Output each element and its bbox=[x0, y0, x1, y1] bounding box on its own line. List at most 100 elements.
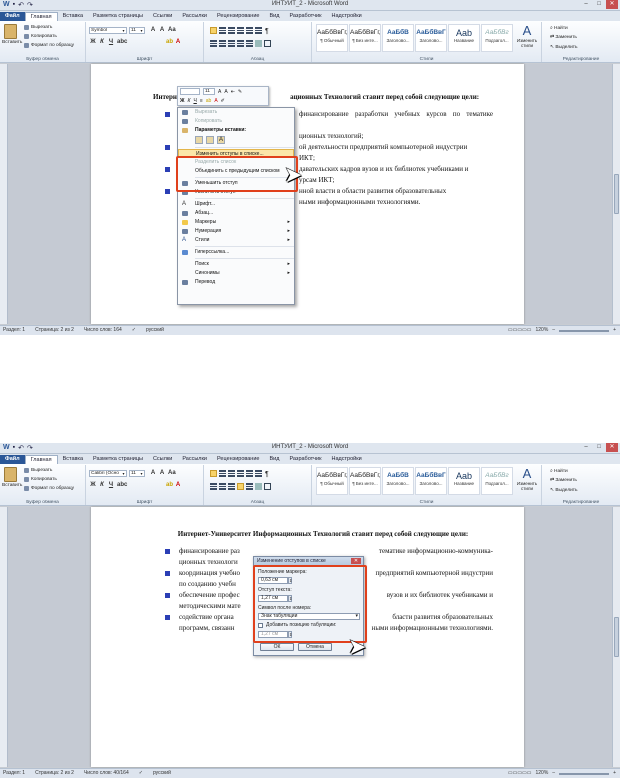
font-size-combo[interactable]: 11 ▾ bbox=[129, 27, 145, 34]
status-page[interactable]: Страница: 2 из 2 bbox=[35, 769, 74, 778]
align-center-button[interactable] bbox=[219, 483, 226, 490]
tab-addins[interactable]: Надстройки bbox=[327, 455, 367, 464]
view-buttons[interactable]: ▭▭▭▭▭ bbox=[508, 326, 532, 335]
tab-developer[interactable]: Разработчик bbox=[284, 12, 326, 21]
borders-button[interactable] bbox=[264, 483, 271, 490]
line-spacing-button[interactable] bbox=[246, 40, 253, 47]
align-left-button[interactable] bbox=[210, 483, 217, 490]
bullets-button[interactable] bbox=[210, 470, 217, 477]
underline-button[interactable]: Ч bbox=[108, 482, 114, 488]
underline-button[interactable]: Ч bbox=[108, 39, 114, 45]
maximize-button[interactable]: □ bbox=[593, 0, 605, 9]
cut-button[interactable]: Вырезать bbox=[24, 468, 52, 473]
font-color-button[interactable]: A bbox=[175, 39, 181, 45]
paste-text-only-icon[interactable]: A bbox=[217, 136, 225, 144]
font-name-combo[interactable]: Symbol ▾ bbox=[89, 27, 127, 34]
decrease-indent-button[interactable] bbox=[237, 27, 244, 34]
mini-bold-button[interactable]: Ж bbox=[180, 98, 185, 104]
bold-button[interactable]: Ж bbox=[90, 482, 96, 488]
font-color-button[interactable]: A bbox=[175, 482, 181, 488]
pilcrow-button[interactable]: ¶ bbox=[264, 470, 271, 478]
cancel-button[interactable]: Отмена bbox=[298, 643, 332, 651]
style-subtitle[interactable]: АаБбВг Подзагол... bbox=[481, 467, 513, 495]
minimize-button[interactable]: – bbox=[580, 0, 592, 9]
menu-lookup[interactable]: Поиск ▸ bbox=[178, 260, 294, 269]
strikethrough-button[interactable]: abc bbox=[117, 39, 127, 45]
bold-button[interactable]: Ж bbox=[90, 39, 96, 45]
mini-font-color-button[interactable]: A bbox=[214, 98, 217, 104]
font-name-combo[interactable]: Calibri (Осно ▾ bbox=[89, 470, 127, 477]
mini-brush-icon[interactable]: ✎ bbox=[238, 89, 242, 95]
tab-addins[interactable]: Надстройки bbox=[327, 12, 367, 21]
change-case-button[interactable]: Aa bbox=[168, 27, 176, 33]
numbering-button[interactable] bbox=[219, 27, 226, 34]
mini-font-combo[interactable] bbox=[180, 88, 200, 95]
zoom-out-button[interactable]: – bbox=[552, 326, 555, 335]
style-heading-2[interactable]: АаБбВвГ Заголово... bbox=[415, 24, 447, 52]
zoom-level[interactable]: 120% bbox=[536, 769, 549, 778]
format-painter-button[interactable]: Формат по образцу bbox=[24, 486, 74, 491]
tab-developer[interactable]: Разработчик bbox=[284, 455, 326, 464]
shrink-font-button[interactable]: A bbox=[159, 27, 165, 33]
align-center-button[interactable] bbox=[219, 40, 226, 47]
tab-review[interactable]: Рецензирование bbox=[212, 12, 264, 21]
style-normal[interactable]: АаБбВвГг, ¶ Обычный bbox=[316, 24, 348, 52]
replace-button[interactable]: ⇄ Заменить bbox=[550, 35, 577, 40]
font-size-combo[interactable]: 11 ▾ bbox=[129, 470, 145, 477]
strikethrough-button[interactable]: abc bbox=[117, 482, 127, 488]
mini-size-combo[interactable]: 11 bbox=[203, 88, 215, 95]
vertical-scrollbar[interactable] bbox=[612, 507, 620, 767]
numbering-button[interactable] bbox=[219, 470, 226, 477]
menu-numbering[interactable]: Нумерация ▸ bbox=[178, 227, 294, 236]
zoom-out-button[interactable]: – bbox=[552, 769, 555, 778]
multilevel-list-button[interactable] bbox=[228, 470, 235, 477]
tab-references[interactable]: Ссылки bbox=[148, 12, 177, 21]
dialog-close-button[interactable]: ✕ bbox=[351, 558, 361, 564]
mini-shrink-font-button[interactable]: A bbox=[224, 89, 227, 95]
highlight-button[interactable]: ab bbox=[166, 39, 173, 45]
shrink-font-button[interactable]: A bbox=[159, 470, 165, 476]
mini-indent-button[interactable]: ⇤ bbox=[231, 89, 235, 95]
tab-mailings[interactable]: Рассылки bbox=[177, 455, 212, 464]
increase-indent-button[interactable] bbox=[246, 470, 253, 477]
paste-keep-format-icon[interactable] bbox=[195, 136, 203, 144]
tab-file[interactable]: Файл bbox=[0, 455, 25, 464]
tab-references[interactable]: Ссылки bbox=[148, 455, 177, 464]
style-no-spacing[interactable]: АаБбВвГг, ¶ Без инте... bbox=[349, 467, 381, 495]
vertical-scrollbar[interactable] bbox=[612, 64, 620, 324]
justify-button[interactable] bbox=[237, 483, 244, 490]
proofing-icon[interactable]: ✓ bbox=[132, 326, 136, 335]
status-words[interactable]: Число слов: 40/164 bbox=[84, 769, 129, 778]
mini-format-painter-button[interactable]: ✐ bbox=[221, 98, 225, 104]
menu-paragraph[interactable]: Абзац... bbox=[178, 209, 294, 218]
status-language[interactable]: русский bbox=[153, 769, 171, 778]
tab-insert[interactable]: Вставка bbox=[58, 12, 88, 21]
line-spacing-button[interactable] bbox=[246, 483, 253, 490]
justify-button[interactable] bbox=[237, 40, 244, 47]
zoom-level[interactable]: 120% bbox=[536, 326, 549, 335]
align-right-button[interactable] bbox=[228, 40, 235, 47]
tab-view[interactable]: Вид bbox=[264, 455, 284, 464]
mini-underline-button[interactable]: Ч bbox=[193, 98, 196, 104]
style-no-spacing[interactable]: АаБбВвГг, ¶ Без инте... bbox=[349, 24, 381, 52]
style-normal[interactable]: АаБбВвГг, ¶ Обычный bbox=[316, 467, 348, 495]
borders-button[interactable] bbox=[264, 40, 271, 47]
mini-center-button[interactable]: ≡ bbox=[200, 98, 203, 104]
tab-page-layout[interactable]: Разметка страницы bbox=[88, 12, 148, 21]
paste-button[interactable]: Вставить bbox=[2, 24, 22, 45]
tab-view[interactable]: Вид bbox=[264, 12, 284, 21]
scroll-thumb[interactable] bbox=[614, 617, 619, 657]
style-heading-2[interactable]: АаБбВвГ Заголово... bbox=[415, 467, 447, 495]
find-button[interactable]: ⌕ Найти bbox=[550, 468, 568, 474]
status-section[interactable]: Раздел: 1 bbox=[3, 769, 25, 778]
select-button[interactable]: ↖ Выделить bbox=[550, 488, 578, 493]
menu-synonyms[interactable]: Синонимы ▸ bbox=[178, 269, 294, 278]
pilcrow-button[interactable]: ¶ bbox=[264, 27, 271, 35]
sort-button[interactable] bbox=[255, 470, 262, 477]
proofing-icon[interactable]: ✓ bbox=[139, 769, 143, 778]
grow-font-button[interactable]: A bbox=[150, 470, 156, 476]
bullets-button[interactable] bbox=[210, 27, 217, 34]
decrease-indent-button[interactable] bbox=[237, 470, 244, 477]
tab-home[interactable]: Главная bbox=[24, 12, 58, 21]
align-left-button[interactable] bbox=[210, 40, 217, 47]
